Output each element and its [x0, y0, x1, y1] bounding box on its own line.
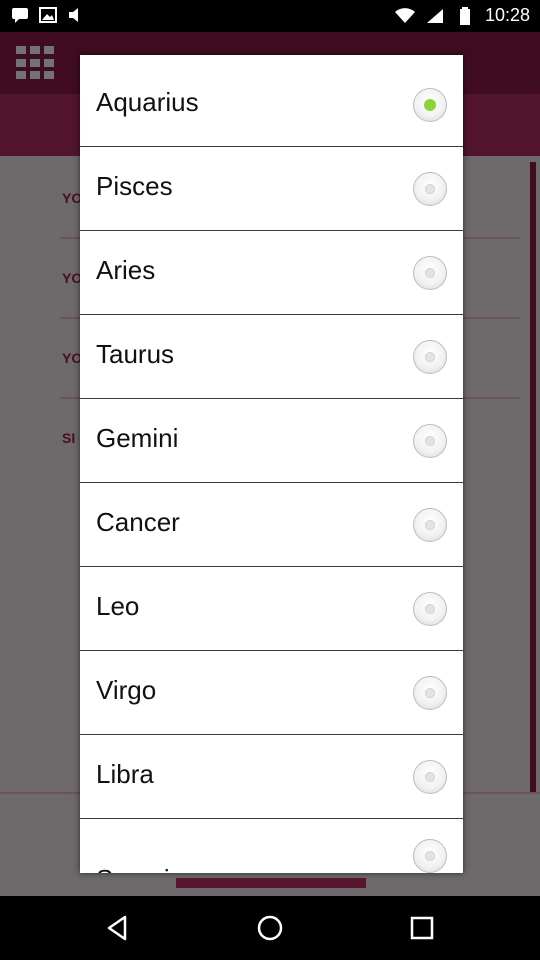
radio-dot-icon	[425, 436, 435, 446]
radio-dot-icon	[425, 851, 435, 861]
option-label: Aries	[96, 255, 156, 285]
zodiac-sign-dialog: Aquarius Pisces Aries Taurus Gemini Canc…	[80, 55, 463, 873]
option-label: Virgo	[96, 675, 157, 705]
option-label: Cancer	[96, 507, 180, 537]
status-right-icons: 10:28	[394, 5, 530, 26]
radio-button-selected[interactable]	[413, 88, 447, 122]
radio-dot-icon	[425, 268, 435, 278]
option-label: Aquarius	[96, 87, 199, 117]
radio-dot-icon	[425, 772, 435, 782]
signal-icon	[425, 6, 445, 26]
option-label: Libra	[96, 759, 154, 789]
status-left-icons	[10, 5, 86, 25]
option-pisces[interactable]: Pisces	[80, 147, 463, 231]
option-label: Taurus	[96, 339, 175, 369]
option-label: Scorpio	[96, 864, 184, 873]
radio-button[interactable]	[413, 256, 447, 290]
navigation-bar	[0, 896, 540, 960]
status-time: 10:28	[484, 5, 530, 25]
status-bar: 10:28	[0, 0, 540, 32]
radio-button[interactable]	[413, 676, 447, 710]
option-aries[interactable]: Aries	[80, 231, 463, 315]
radio-button[interactable]	[413, 760, 447, 794]
wifi-icon	[394, 6, 415, 26]
option-virgo[interactable]: Virgo	[80, 651, 463, 735]
message-icon	[10, 5, 30, 25]
image-icon	[38, 5, 58, 25]
radio-button[interactable]	[413, 508, 447, 542]
option-cancer[interactable]: Cancer	[80, 483, 463, 567]
back-icon[interactable]	[100, 910, 136, 946]
option-aquarius[interactable]: Aquarius	[80, 55, 463, 147]
radio-button[interactable]	[413, 592, 447, 626]
radio-dot-icon	[425, 184, 435, 194]
battery-icon	[455, 6, 475, 26]
option-gemini[interactable]: Gemini	[80, 399, 463, 483]
radio-button[interactable]	[413, 424, 447, 458]
option-scorpio[interactable]: Scorpio	[80, 819, 463, 873]
recents-icon[interactable]	[404, 910, 440, 946]
radio-dot-icon	[425, 352, 435, 362]
option-label: Leo	[96, 591, 140, 621]
sound-icon	[66, 5, 86, 25]
option-label: Pisces	[96, 171, 173, 201]
option-leo[interactable]: Leo	[80, 567, 463, 651]
radio-dot-icon	[425, 688, 435, 698]
radio-button[interactable]	[413, 340, 447, 374]
radio-dot-icon	[425, 604, 435, 614]
radio-dot-icon	[424, 99, 436, 111]
option-taurus[interactable]: Taurus	[80, 315, 463, 399]
radio-dot-icon	[425, 520, 435, 530]
option-label: Gemini	[96, 423, 179, 453]
radio-button[interactable]	[413, 839, 447, 873]
home-icon[interactable]	[252, 910, 288, 946]
option-libra[interactable]: Libra	[80, 735, 463, 819]
radio-button[interactable]	[413, 172, 447, 206]
